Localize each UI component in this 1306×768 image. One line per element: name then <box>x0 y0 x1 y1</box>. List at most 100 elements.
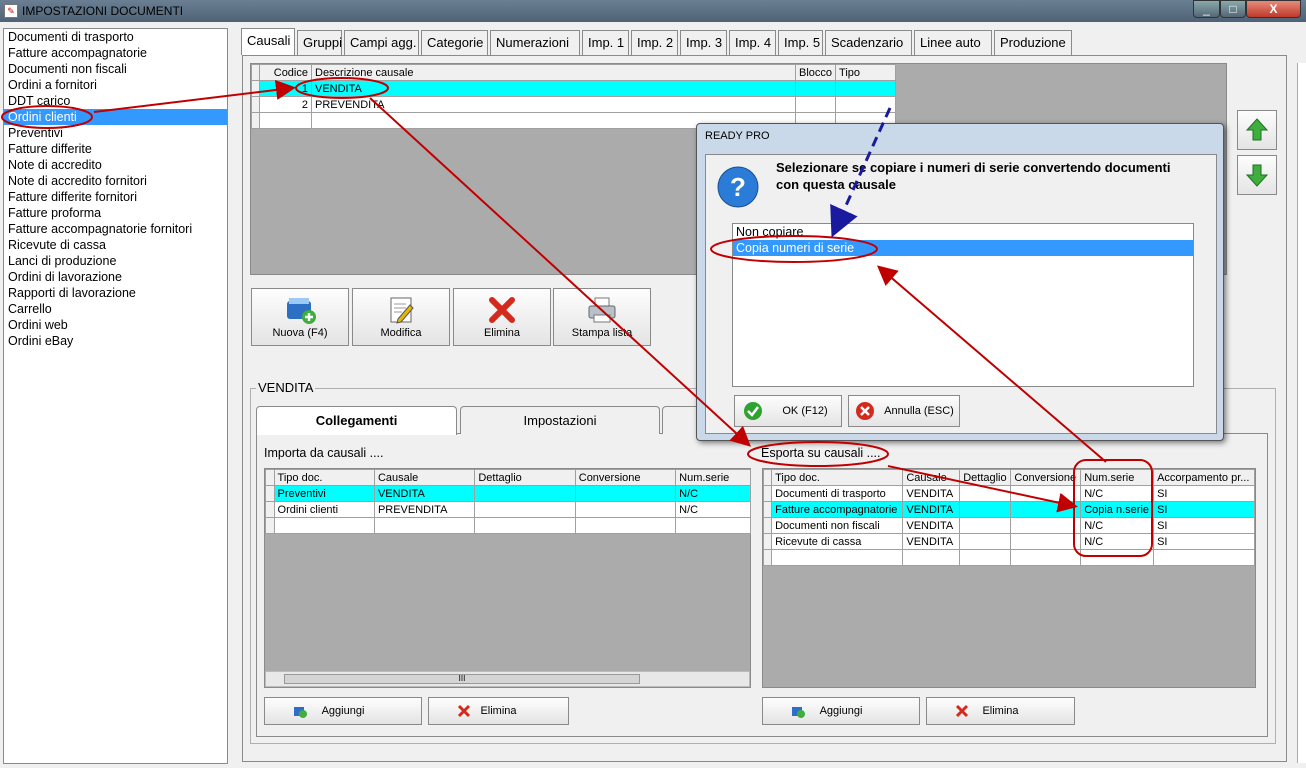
column-header[interactable]: Num.serie <box>675 469 751 486</box>
column-header[interactable]: Num.serie <box>1080 469 1155 486</box>
tab-categorie[interactable]: Categorie <box>421 30 488 55</box>
export-delete-label: Elimina <box>982 705 1019 717</box>
move-up-button[interactable] <box>1237 110 1277 150</box>
scroll-thumb[interactable]: III <box>284 674 640 684</box>
causali-table[interactable]: Codice Descrizione causale Blocco Tipo 1 VEN… <box>251 64 897 129</box>
column-header[interactable]: Causale <box>902 469 961 486</box>
doc-type-item[interactable]: Fatture accompagnatorie fornitori <box>4 221 227 237</box>
tab-gruppi[interactable]: Gruppi <box>297 30 342 55</box>
table-cell: SI <box>1153 485 1255 502</box>
table-row[interactable]: Documenti di trasporto VENDITA N/C SI <box>762 485 1255 502</box>
doc-type-item[interactable]: Fatture differite fornitori <box>4 189 227 205</box>
tab-imp-2[interactable]: Imp. 2 <box>631 30 678 55</box>
svg-text:?: ? <box>730 172 746 202</box>
serial-option-item[interactable]: Non copiare <box>733 224 1193 240</box>
doc-type-item[interactable]: Ordini di lavorazione <box>4 269 227 285</box>
doc-type-item[interactable]: Fatture differite <box>4 141 227 157</box>
doc-type-item[interactable]: Lanci di produzione <box>4 253 227 269</box>
move-down-button[interactable] <box>1237 155 1277 195</box>
table-row[interactable]: Ordini clienti PREVENDITA N/C <box>265 501 751 518</box>
tab-campi-agg[interactable]: Campi agg. <box>344 30 419 55</box>
document-type-list[interactable]: Documenti di trasporto Fatture accompagna… <box>3 28 228 764</box>
import-grid[interactable]: Tipo doc. Causale Dettaglio Conversione Num.… <box>264 468 751 688</box>
doc-type-item[interactable]: Ordini clienti <box>4 109 227 125</box>
table-cell <box>902 549 961 566</box>
column-header[interactable]: Dettaglio <box>959 469 1012 486</box>
export-delete-button[interactable]: Elimina <box>926 697 1075 725</box>
ok-button[interactable]: OK (F12) <box>734 395 842 427</box>
tab-collegamenti[interactable]: Collegamenti <box>256 406 457 435</box>
tab-causali[interactable]: Causali <box>241 28 295 55</box>
table-cell <box>574 485 677 502</box>
row-indicator <box>265 517 275 534</box>
column-header[interactable]: Tipo doc. <box>273 469 375 486</box>
export-add-button[interactable]: Aggiungi <box>762 697 920 725</box>
doc-type-item[interactable]: Ordini web <box>4 317 227 333</box>
edit-button-label: Modifica <box>380 327 422 339</box>
column-header[interactable]: Codice <box>259 64 312 81</box>
edit-button[interactable]: Modifica <box>352 288 450 346</box>
print-list-button[interactable]: Stampa lista <box>553 288 651 346</box>
delete-button[interactable]: Elimina <box>453 288 551 346</box>
tab-imp-1[interactable]: Imp. 1 <box>582 30 629 55</box>
table-cell: VENDITA <box>311 80 796 97</box>
column-header[interactable]: Conversione <box>1010 469 1082 486</box>
empty-row[interactable] <box>762 549 1255 566</box>
table-row[interactable]: 1 VENDITA <box>251 80 897 97</box>
maximize-button[interactable]: □ <box>1220 0 1246 18</box>
serial-option-item[interactable]: Copia numeri di serie <box>733 240 1193 256</box>
table-row[interactable]: Documenti non fiscali VENDITA N/C SI <box>762 517 1255 534</box>
tab-numerazioni[interactable]: Numerazioni <box>490 30 580 55</box>
new-button[interactable]: Nuova (F4) <box>251 288 349 346</box>
column-header[interactable]: Conversione <box>574 469 677 486</box>
table-cell <box>794 96 837 113</box>
delete-button-label: Elimina <box>483 327 521 339</box>
tab-linee-auto[interactable]: Linee auto <box>914 30 992 55</box>
minimize-button[interactable]: _ <box>1193 0 1220 18</box>
table-cell <box>259 112 312 129</box>
import-delete-button[interactable]: Elimina <box>428 697 569 725</box>
row-indicator <box>251 96 260 113</box>
doc-type-item[interactable]: Documenti di trasporto <box>4 29 227 45</box>
column-header[interactable]: Tipo <box>835 64 897 81</box>
doc-type-item[interactable]: Fatture accompagnatorie <box>4 45 227 61</box>
doc-type-item[interactable]: Carrello <box>4 301 227 317</box>
doc-type-item[interactable]: Ricevute di cassa <box>4 237 227 253</box>
doc-type-item[interactable]: Note di accredito fornitori <box>4 173 227 189</box>
import-add-button[interactable]: Aggiungi <box>264 697 422 725</box>
tab-impostazioni[interactable]: Impostazioni <box>460 406 660 434</box>
column-header[interactable]: Descrizione causale <box>311 64 796 81</box>
column-header[interactable]: Dettaglio <box>474 469 576 486</box>
table-row[interactable]: 2 PREVENDITA <box>251 96 897 113</box>
export-grid[interactable]: Tipo doc. Causale Dettaglio Conversione Num.… <box>762 468 1256 688</box>
serial-option-list[interactable]: Non copiare Copia numeri di serie <box>732 223 1194 387</box>
column-header[interactable]: Tipo doc. <box>771 469 904 486</box>
cancel-button-label: Annulla (ESC) <box>884 405 954 417</box>
tab-produzione[interactable]: Produzione <box>994 30 1072 55</box>
table-cell: 2 <box>259 96 312 113</box>
column-header[interactable]: Blocco <box>794 64 837 81</box>
column-header[interactable]: Accorpamento pr... <box>1153 469 1255 486</box>
table-row[interactable]: Preventivi VENDITA N/C <box>265 485 751 502</box>
doc-type-item[interactable]: Rapporti di lavorazione <box>4 285 227 301</box>
tab-imp-5[interactable]: Imp. 5 <box>778 30 823 55</box>
doc-type-item[interactable]: Documenti non fiscali <box>4 61 227 77</box>
table-row[interactable]: Ricevute di cassa VENDITA N/C SI <box>762 533 1255 550</box>
column-header[interactable]: Causale <box>373 469 476 486</box>
doc-type-item[interactable]: Ordini eBay <box>4 333 227 349</box>
tab-imp-3[interactable]: Imp. 3 <box>680 30 727 55</box>
dialog-message: Selezionare se copiare i numeri di serie… <box>776 160 1171 192</box>
doc-type-item[interactable]: Preventivi <box>4 125 227 141</box>
doc-type-item[interactable]: Note di accredito <box>4 157 227 173</box>
tab-scadenzario[interactable]: Scadenzario <box>825 30 912 55</box>
close-button[interactable]: X <box>1246 0 1301 18</box>
empty-row[interactable] <box>265 517 751 534</box>
tab-imp-4[interactable]: Imp. 4 <box>729 30 776 55</box>
table-row[interactable]: Fatture accompagnatorie VENDITA Copia n.se… <box>762 501 1255 518</box>
row-indicator-header <box>265 469 275 486</box>
doc-type-item[interactable]: Fatture proforma <box>4 205 227 221</box>
doc-type-item[interactable]: DDT carico <box>4 93 227 109</box>
cancel-button[interactable]: Annulla (ESC) <box>848 395 960 427</box>
import-horizontal-scrollbar[interactable]: III <box>265 671 750 687</box>
doc-type-item[interactable]: Ordini a fornitori <box>4 77 227 93</box>
